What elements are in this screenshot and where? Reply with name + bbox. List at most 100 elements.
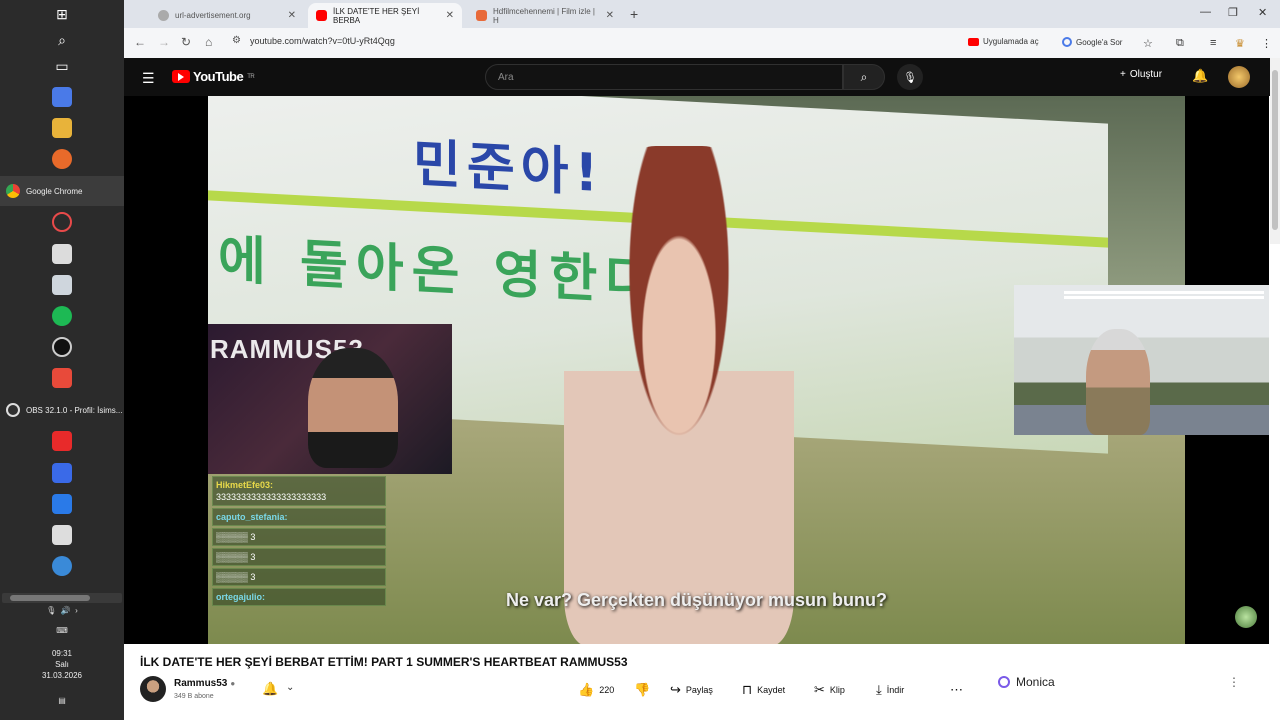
keyboard-icon[interactable]: ⌨: [0, 626, 124, 635]
anydesk-icon[interactable]: [52, 368, 72, 388]
like-button[interactable]: 👍 220: [578, 682, 614, 698]
clock-day: Salı: [55, 660, 69, 669]
youtube-icon[interactable]: [52, 431, 72, 451]
clip-label: Klip: [829, 685, 845, 695]
taskbar-scrollbar[interactable]: [2, 593, 122, 603]
extension-icon[interactable]: ♛: [1235, 37, 1245, 50]
google-lens-icon: [1062, 37, 1072, 47]
minimize-button[interactable]: —: [1200, 6, 1211, 18]
youtube-icon: [968, 37, 979, 46]
restore-button[interactable]: ❐: [1228, 6, 1238, 19]
browser-tab[interactable]: Hdfilmcehennemi | Film izle | H ✕: [468, 3, 622, 28]
close-icon[interactable]: ✕: [288, 10, 296, 21]
windows-start-icon[interactable]: ⊞: [52, 4, 72, 24]
camera-icon[interactable]: [52, 337, 72, 357]
menu-icon[interactable]: ☰: [142, 70, 155, 87]
firefox-icon[interactable]: [52, 149, 72, 169]
volume-icon[interactable]: 🔊: [61, 606, 71, 615]
video-player[interactable]: 민준아! 에 돌아온 영한다 RAMMUS53 HikmetEfe03: 333…: [124, 96, 1269, 644]
plus-icon: +: [1120, 69, 1126, 80]
clock[interactable]: 09:31 Salı 31.03.2026: [0, 648, 124, 681]
youtube-page: ☰ YouTube TR Ara ⌕ 🎙 + Oluştur 🔔 민준아! 에 …: [124, 58, 1280, 720]
microphone-icon[interactable]: 🎙: [46, 606, 56, 615]
search-input[interactable]: Ara: [485, 64, 843, 90]
logo-text: YouTube: [193, 69, 244, 84]
reload-button[interactable]: ↻: [181, 35, 191, 49]
extensions-icon[interactable]: ⧉: [1176, 37, 1184, 50]
chat-text: 3: [250, 532, 256, 542]
chevron-right-icon[interactable]: ›: [75, 606, 78, 615]
download-label: İndir: [886, 685, 905, 695]
monica-panel[interactable]: Monica ⋮: [986, 662, 1250, 702]
page-scrollbar[interactable]: [1270, 58, 1280, 244]
close-icon[interactable]: ✕: [446, 10, 454, 21]
subscription-bell-icon[interactable]: 🔔: [262, 681, 278, 697]
youtube-favicon-icon: [316, 10, 327, 21]
close-window-button[interactable]: ✕: [1258, 6, 1267, 19]
video-person: [564, 146, 794, 644]
chat-message: ▒▒▒▒▒ 3: [212, 548, 386, 566]
more-actions-button[interactable]: ⋯: [950, 682, 963, 698]
channel-name[interactable]: Rammus53 ●: [174, 678, 235, 689]
channel-avatar[interactable]: [140, 676, 166, 702]
youtube-logo[interactable]: YouTube TR: [172, 69, 255, 84]
youtube-play-icon: [172, 70, 190, 83]
bookmark-icon: ⊓: [742, 682, 753, 697]
channel-row: Rammus53 ● 349 B abone 🔔 ⌄ 👍 220 👎 ↪ Paylaş…: [140, 676, 1000, 706]
site-info-icon[interactable]: ⚙: [232, 35, 241, 46]
voice-search-button[interactable]: 🎙: [897, 64, 923, 90]
banner-text-1: 민준아!: [413, 134, 605, 205]
browser-tab-active[interactable]: İLK DATE'TE HER ŞEYİ BERBA ✕: [308, 3, 462, 28]
notification-icon[interactable]: ▤: [0, 696, 124, 705]
ceiling-lights: [1064, 291, 1264, 299]
youtube-header: ☰ YouTube TR Ara ⌕ 🎙 + Oluştur 🔔: [124, 58, 1280, 96]
taskbar-app-chrome[interactable]: Google Chrome: [0, 176, 124, 206]
clock-date: 31.03.2026: [41, 671, 83, 680]
account-avatar[interactable]: [1228, 66, 1250, 88]
app-icon[interactable]: [52, 556, 72, 576]
search-button[interactable]: ⌕: [843, 64, 885, 90]
file-explorer-icon[interactable]: [52, 118, 72, 138]
scrollbar-thumb[interactable]: [1272, 70, 1278, 230]
ask-google-button[interactable]: Google'a Sor: [1062, 37, 1122, 47]
dislike-button[interactable]: 👎: [634, 682, 650, 698]
create-button[interactable]: + Oluştur: [1120, 69, 1162, 80]
address-bar[interactable]: youtube.com/watch?v=0tU-yRt4Qqg: [250, 36, 395, 46]
media-control-icon[interactable]: ≡: [1210, 37, 1216, 49]
save-button[interactable]: ⊓ Kaydet: [742, 682, 785, 698]
region-label: TR: [247, 73, 255, 80]
site-favicon-icon: [476, 10, 487, 21]
close-icon[interactable]: ✕: [606, 10, 614, 21]
clip-button[interactable]: ✂ Klip: [814, 682, 845, 698]
scrollbar-thumb[interactable]: [10, 595, 90, 601]
download-button[interactable]: ⤓ İndir: [876, 682, 904, 698]
back-button[interactable]: ←: [134, 35, 146, 49]
calculator-icon[interactable]: [52, 275, 72, 295]
bookmark-star-icon[interactable]: ☆: [1143, 37, 1153, 50]
taskbar-app-obs[interactable]: OBS 32.1.0 - Profil: İsims...: [0, 395, 124, 425]
app-icon[interactable]: [52, 463, 72, 483]
share-button[interactable]: ↪ Paylaş: [670, 682, 713, 698]
copilot-icon[interactable]: [52, 87, 72, 107]
app-icon[interactable]: [52, 525, 72, 545]
chat-message: ▒▒▒▒▒ 3: [212, 528, 386, 546]
store-icon[interactable]: [52, 244, 72, 264]
tab-label: Hdfilmcehennemi | Film izle | H: [493, 6, 595, 25]
browser-tab[interactable]: url-advertisement.org ✕: [150, 3, 304, 28]
chevron-down-icon[interactable]: ⌄: [286, 682, 294, 693]
microphone-icon: 🎙: [903, 71, 917, 84]
notifications-bell-icon[interactable]: 🔔: [1192, 68, 1208, 84]
verified-icon: ●: [230, 679, 236, 688]
menu-icon[interactable]: ⋮: [1261, 37, 1272, 50]
search-icon[interactable]: ⌕: [52, 30, 72, 50]
home-button[interactable]: ⌂: [205, 35, 212, 49]
spotify-icon[interactable]: [52, 306, 72, 326]
chat-text: 3333333333333333333333: [216, 492, 327, 502]
opera-icon[interactable]: [52, 212, 72, 232]
new-tab-button[interactable]: +: [630, 6, 638, 22]
open-in-app-button[interactable]: Uygulamada aç: [968, 37, 1039, 46]
more-vert-icon[interactable]: ⋮: [1228, 675, 1240, 689]
task-view-icon[interactable]: ▭: [52, 56, 72, 76]
steam-icon[interactable]: [52, 494, 72, 514]
forward-button[interactable]: →: [158, 35, 170, 49]
